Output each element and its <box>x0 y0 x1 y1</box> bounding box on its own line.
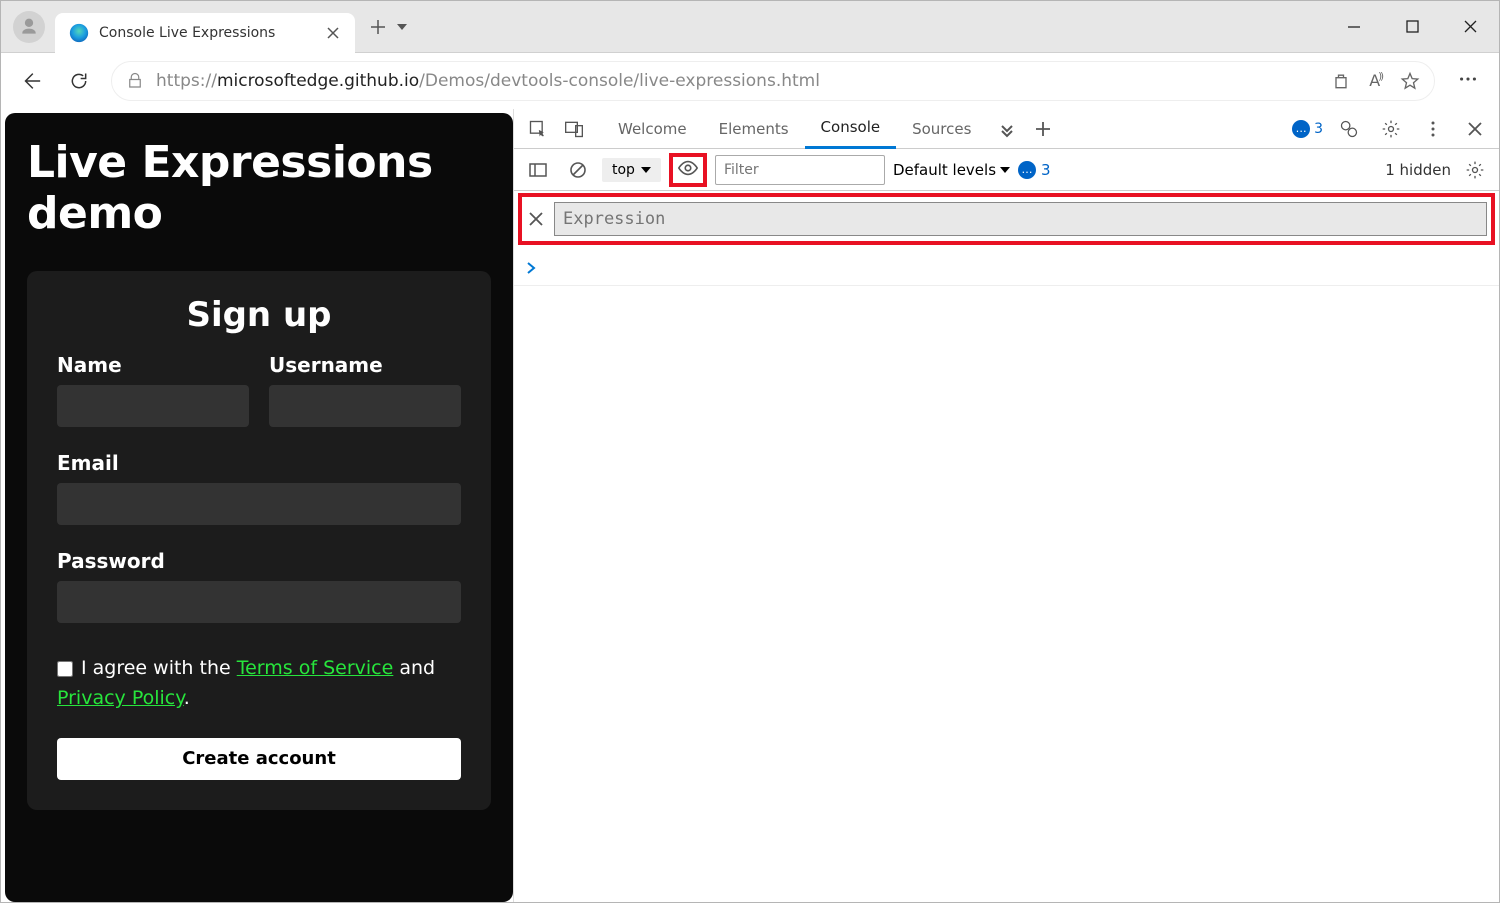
speech-bubble-icon: … <box>1292 120 1310 138</box>
tab-sources[interactable]: Sources <box>896 109 987 149</box>
titlebar: Console Live Expressions <box>1 1 1499 53</box>
remove-expression-icon[interactable] <box>526 209 546 229</box>
read-aloud-icon[interactable]: A)) <box>1369 71 1382 91</box>
chevron-down-icon <box>641 165 651 175</box>
browser-more-icon[interactable] <box>1451 62 1485 100</box>
reload-button[interactable] <box>63 65 95 97</box>
live-expression-button-highlight <box>669 153 707 187</box>
form-heading: Sign up <box>57 295 461 335</box>
create-account-button[interactable]: Create account <box>57 738 461 780</box>
browser-tab[interactable]: Console Live Expressions <box>55 13 355 53</box>
consent-text: I agree with the Terms of Service and Pr… <box>57 653 461 714</box>
live-expression-eye-icon[interactable] <box>677 157 699 183</box>
url-box[interactable]: https://microsoftedge.github.io/Demos/de… <box>111 61 1435 101</box>
speech-bubble-icon: … <box>1018 161 1036 179</box>
favorite-icon[interactable] <box>1400 71 1420 91</box>
live-expression-input[interactable] <box>554 202 1487 236</box>
minimize-button[interactable] <box>1325 1 1383 53</box>
tos-link[interactable]: Terms of Service <box>237 657 394 679</box>
prompt-chevron-icon <box>524 261 538 275</box>
devtools-panel: Welcome Elements Console Sources …3 <box>513 109 1499 902</box>
tab-title: Console Live Expressions <box>99 25 315 41</box>
sidebar-toggle-icon[interactable] <box>522 154 554 186</box>
page-content: Live Expressions demo Sign up Name Usern… <box>5 113 513 902</box>
app-icon[interactable] <box>1331 71 1351 91</box>
back-button[interactable] <box>15 65 47 97</box>
log-levels-selector[interactable]: Default levels <box>893 161 1010 179</box>
devtools-more-icon[interactable] <box>1417 113 1449 145</box>
tab-console[interactable]: Console <box>805 109 897 149</box>
edge-favicon-icon <box>69 23 89 43</box>
feedback-icon[interactable] <box>1333 113 1365 145</box>
inspect-element-icon[interactable] <box>522 113 554 145</box>
tab-welcome[interactable]: Welcome <box>602 109 703 149</box>
settings-icon[interactable] <box>1375 113 1407 145</box>
more-tabs-icon[interactable] <box>991 113 1023 145</box>
console-settings-icon[interactable] <box>1459 154 1491 186</box>
profile-avatar[interactable] <box>13 11 45 43</box>
close-tab-icon[interactable] <box>325 25 341 41</box>
close-devtools-icon[interactable] <box>1459 113 1491 145</box>
page-title: Live Expressions demo <box>5 137 513 255</box>
chevron-down-icon <box>1000 165 1010 175</box>
privacy-link[interactable]: Privacy Policy <box>57 687 184 709</box>
consent-checkbox[interactable] <box>57 661 73 677</box>
lock-icon <box>126 72 144 90</box>
new-tab-icon[interactable] <box>369 18 387 36</box>
url-text: https://microsoftedge.github.io/Demos/de… <box>156 71 820 91</box>
name-label: Name <box>57 353 249 377</box>
tabs-chevron-icon[interactable] <box>395 20 409 34</box>
console-filter-input[interactable] <box>715 155 885 185</box>
add-tab-icon[interactable] <box>1027 113 1059 145</box>
signup-card: Sign up Name Username Email Password <box>27 271 491 810</box>
console-toolbar: top Default levels …3 1 hidden <box>514 149 1499 191</box>
devtools-top-bar: Welcome Elements Console Sources …3 <box>514 109 1499 149</box>
context-selector[interactable]: top <box>602 158 661 182</box>
email-label: Email <box>57 451 461 475</box>
password-label: Password <box>57 549 461 573</box>
name-field[interactable] <box>57 385 249 427</box>
device-toolbar-icon[interactable] <box>558 113 590 145</box>
tab-elements[interactable]: Elements <box>703 109 805 149</box>
hidden-messages[interactable]: 1 hidden <box>1385 161 1451 179</box>
address-bar: https://microsoftedge.github.io/Demos/de… <box>1 53 1499 109</box>
maximize-button[interactable] <box>1383 1 1441 53</box>
issues-counter[interactable]: …3 <box>1018 161 1051 179</box>
username-field[interactable] <box>269 385 461 427</box>
password-field[interactable] <box>57 581 461 623</box>
issues-badge-top[interactable]: …3 <box>1292 120 1323 138</box>
clear-console-icon[interactable] <box>562 154 594 186</box>
username-label: Username <box>269 353 461 377</box>
live-expression-row-highlight <box>518 193 1495 245</box>
console-prompt[interactable] <box>514 251 1499 286</box>
close-window-button[interactable] <box>1441 1 1499 53</box>
email-field[interactable] <box>57 483 461 525</box>
